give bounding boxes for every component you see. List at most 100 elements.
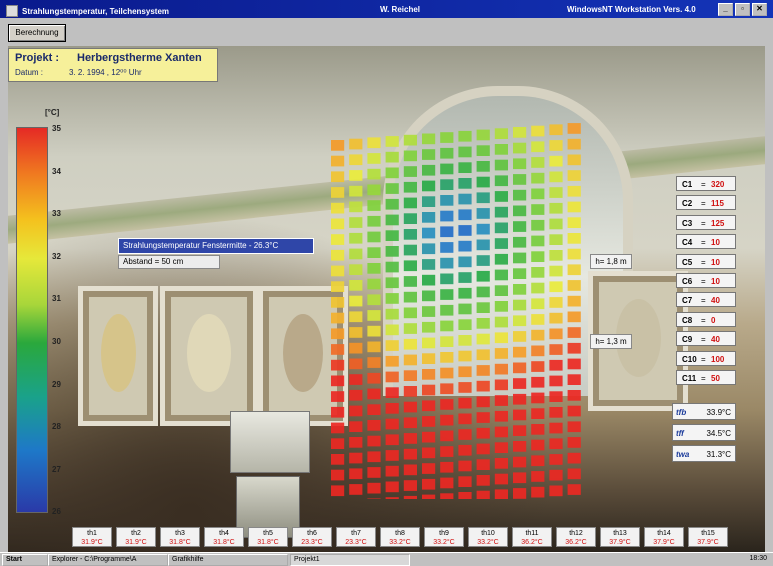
grid-cell [567, 280, 581, 291]
grid-cell [567, 264, 581, 276]
constant-c1[interactable]: C1 = 320 [676, 176, 736, 191]
taskbar-item-projekt[interactable]: Projekt1 [290, 554, 410, 566]
grid-cell [513, 221, 527, 232]
grid-cell [549, 359, 563, 371]
thermocouple-th9[interactable]: th9 33.2°C [424, 527, 464, 547]
thermocouple-th12[interactable]: th12 36.2°C [556, 527, 596, 547]
grid-cell [349, 452, 363, 464]
thermocouple-name: th13 [613, 530, 627, 537]
grid-cell [494, 191, 508, 202]
constant-c9[interactable]: C9 = 40 [676, 331, 736, 347]
grid-cell [422, 416, 436, 427]
grid-cell [513, 456, 527, 468]
grid-cell [331, 297, 345, 308]
thermocouple-th5[interactable]: th5 31.8°C [248, 527, 288, 547]
grid-cell [385, 481, 399, 493]
grid-cell [440, 273, 454, 285]
constant-value: 100 [711, 354, 725, 364]
temp-tfb[interactable]: tfb 33.9°C [672, 403, 736, 420]
grid-cell [476, 161, 490, 172]
grid-cell [403, 495, 417, 499]
thermocouple-th2[interactable]: th2 31.9°C [116, 527, 156, 547]
grid-cell [331, 234, 345, 245]
grid-cell [476, 427, 490, 439]
constant-value: 10 [711, 257, 720, 267]
grid-cell [349, 295, 363, 307]
app-icon[interactable] [6, 5, 18, 17]
constant-c11[interactable]: C11 = 50 [676, 370, 736, 385]
grid-cell [331, 281, 345, 292]
maximize-button[interactable]: ▫ [735, 3, 750, 16]
grid-cell [494, 473, 508, 485]
thermocouple-th11[interactable]: th11 36.2°C [512, 527, 552, 547]
grid-cell [331, 391, 345, 402]
taskbar-item-grafikhilfe[interactable]: Grafikhilfe [168, 554, 288, 566]
grid-cell [385, 497, 399, 499]
thermocouple-th14[interactable]: th14 37.9°C [644, 527, 684, 547]
grid-cell [567, 295, 581, 307]
grid-cell [422, 369, 436, 380]
grid-cell [422, 212, 436, 223]
thermocouple-name: th12 [569, 530, 583, 537]
grid-cell [440, 132, 454, 143]
grid-cell [549, 234, 563, 245]
thermocouple-th10[interactable]: th10 33.2°C [468, 527, 508, 547]
close-button[interactable]: ✕ [752, 3, 767, 16]
constant-name: C2 [682, 199, 693, 209]
temp-twa[interactable]: twa 31.3°C [672, 445, 736, 462]
constant-c6[interactable]: C6 = 10 [676, 273, 736, 288]
thermocouple-name: th8 [395, 530, 405, 537]
thermocouple-th3[interactable]: th3 31.8°C [160, 527, 200, 547]
grid-cell [567, 123, 581, 134]
temp-value: 34.5°C [706, 429, 731, 438]
grid-cell [494, 206, 508, 218]
minimize-button[interactable]: _ [718, 3, 733, 16]
temp-tff[interactable]: tff 34.5°C [672, 424, 736, 441]
grid-cell [513, 441, 527, 452]
scale-tick: 34 [52, 166, 61, 176]
thermocouple-th4[interactable]: th4 31.8°C [204, 527, 244, 547]
grid-cell [458, 287, 472, 299]
constant-c3[interactable]: C3 = 125 [676, 214, 736, 230]
grid-cell [440, 414, 454, 426]
taskbar-item-explorer[interactable]: Explorer - C:\Programme\A [48, 554, 168, 566]
grid-cell [349, 358, 363, 370]
grid-cell [385, 324, 399, 336]
grid-cell [458, 209, 472, 221]
project-label: Projekt : [15, 52, 60, 64]
date-label: Datum : [15, 68, 44, 77]
grid-cell [549, 375, 563, 387]
thermocouple-th8[interactable]: th8 33.2°C [380, 527, 420, 547]
thermocouple-th1[interactable]: th1 31.9°C [72, 527, 112, 547]
constant-c7[interactable]: C7 = 40 [676, 292, 736, 308]
grid-cell [476, 365, 490, 376]
grid-cell [331, 265, 345, 277]
constant-c5[interactable]: C5 = 10 [676, 253, 736, 269]
calculate-button[interactable]: Berechnung [8, 24, 66, 42]
constant-c8[interactable]: C8 = 0 [676, 311, 736, 327]
thermocouple-th6[interactable]: th6 23.3°C [292, 527, 332, 547]
constant-c4[interactable]: C4 = 10 [676, 234, 736, 250]
grid-cell [458, 476, 472, 487]
thermocouple-th7[interactable]: th7 23.3°C [336, 527, 376, 547]
constant-c2[interactable]: C2 = 115 [676, 195, 736, 211]
grid-cell [494, 489, 508, 499]
grid-cell [349, 201, 363, 213]
grid-cell [331, 218, 345, 230]
thermocouple-th15[interactable]: th15 37.9°C [688, 527, 728, 547]
grid-cell [440, 493, 454, 499]
grid-cell [385, 277, 399, 289]
thermocouple-th13[interactable]: th13 37.9°C [600, 527, 640, 547]
grid-cell [549, 454, 563, 465]
grid-cell [440, 399, 454, 410]
constant-c10[interactable]: C10 = 100 [676, 350, 736, 366]
grid-cell [494, 363, 508, 375]
grid-cell [349, 248, 363, 260]
grid-cell [422, 431, 436, 443]
grid-cell [403, 260, 417, 272]
start-button[interactable]: Start [2, 554, 48, 566]
grid-cell [403, 323, 417, 334]
grid-cell [403, 354, 417, 366]
scale-tick: 33 [52, 209, 61, 219]
grid-cell [422, 447, 436, 459]
